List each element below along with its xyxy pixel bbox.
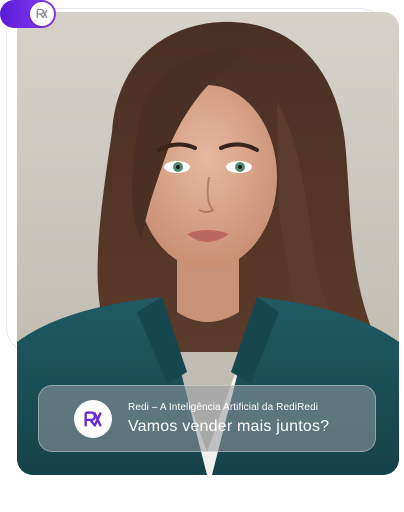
- caption-subtitle: Redi – A Inteligência Artificial da Redi…: [128, 401, 319, 413]
- redi-logo-icon: [74, 399, 112, 438]
- toggle-switch[interactable]: [0, 0, 56, 28]
- redi-logo-icon: [30, 2, 54, 26]
- caption-card: Redi – A Inteligência Artificial da Redi…: [38, 385, 376, 452]
- caption-title: Vamos vender mais juntos?: [128, 417, 330, 435]
